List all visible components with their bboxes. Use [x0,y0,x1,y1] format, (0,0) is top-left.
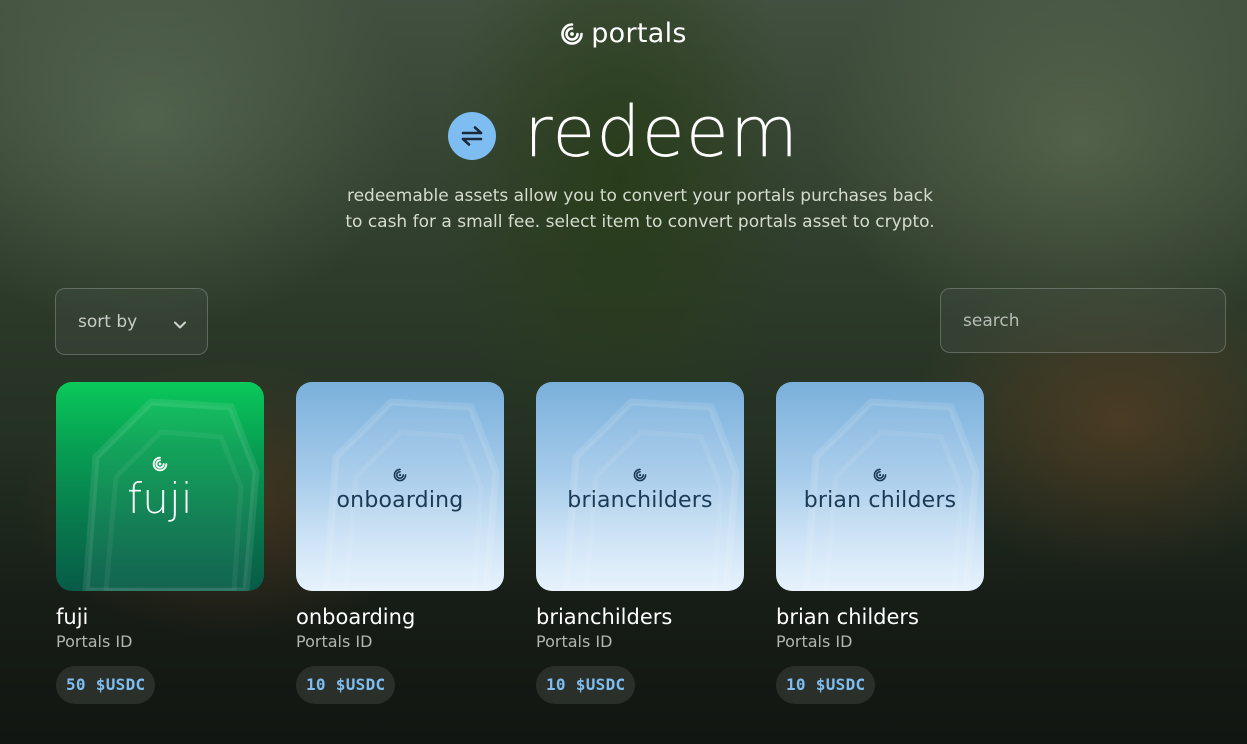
card-image[interactable]: onboarding [296,382,504,591]
spiral-icon [560,22,584,46]
description-line-1: redeemable assets allow you to convert y… [346,186,933,206]
price-badge: 10 $USDC [536,666,636,704]
hero: redeem [0,92,1247,172]
sort-label: sort by [78,311,138,332]
chevron-down-icon [173,315,187,334]
description-line-2: to cash for a small fee. select item to … [345,212,935,232]
card-title: fuji [56,605,89,629]
card-decoration [802,398,980,591]
brand-header[interactable]: portals [0,20,1247,47]
page-title: redeem [523,91,800,173]
card-subtitle: Portals ID [56,632,133,651]
card-decoration [562,398,740,591]
card-title: brian childers [776,605,920,629]
card-subtitle: Portals ID [296,632,373,651]
card-title: brianchilders [536,605,673,629]
card-image[interactable]: brianchilders [536,382,744,591]
spiral-icon [873,467,887,486]
swap-arrows-icon [447,112,496,160]
asset-card-fuji[interactable]: fuji fuji Portals ID 50 $USDC [56,382,264,704]
search-box[interactable] [940,288,1226,353]
card-decoration [322,398,500,591]
price-badge: 10 $USDC [296,666,396,704]
sort-dropdown[interactable]: sort by [55,288,208,355]
card-image-label: brianchilders [567,487,713,513]
card-subtitle: Portals ID [776,632,853,651]
card-title: onboarding [296,605,416,629]
price-badge: 50 $USDC [56,666,156,704]
price-badge: 10 $USDC [776,666,876,704]
card-image[interactable]: brian childers [776,382,984,591]
asset-card-onboarding[interactable]: onboarding onboarding Portals ID 10 $USD… [296,382,504,704]
spiral-icon [633,467,647,486]
card-image[interactable]: fuji [56,382,264,591]
search-input[interactable] [941,289,1225,352]
card-image-label: fuji [127,474,193,523]
spiral-icon [152,456,168,476]
brand-name: portals [591,18,687,49]
spiral-icon [393,467,407,486]
card-image-label: brian childers [803,487,957,513]
asset-card-brian-childers[interactable]: brian childers brian childers Portals ID… [776,382,984,704]
asset-card-brianchilders[interactable]: brianchilders brianchilders Portals ID 1… [536,382,744,704]
page-description: redeemable assets allow you to convert y… [320,183,960,235]
card-subtitle: Portals ID [536,632,613,651]
card-image-label: onboarding [336,487,464,513]
